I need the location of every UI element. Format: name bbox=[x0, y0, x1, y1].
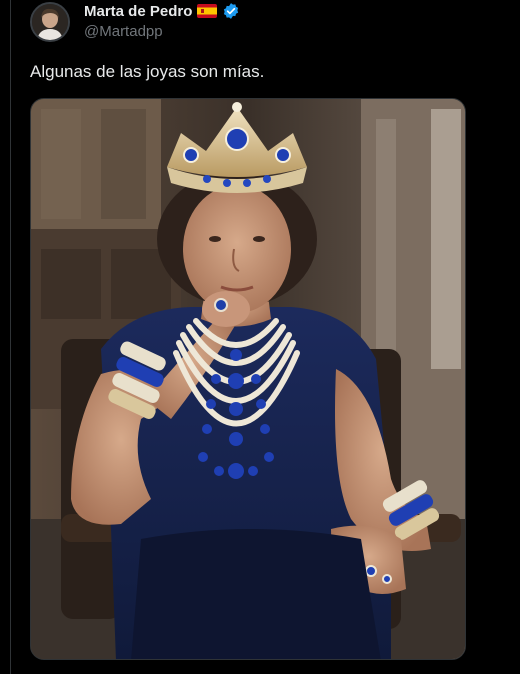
name-row: Marta de Pedro bbox=[84, 1, 240, 21]
user-handle[interactable]: @Martadpp bbox=[84, 23, 163, 40]
tweet-text: Algunas de las joyas son mías. bbox=[30, 62, 265, 81]
verified-badge-icon[interactable] bbox=[222, 2, 240, 20]
photo-woman-with-crown-and-jewels bbox=[31, 99, 465, 659]
tweet-media-image[interactable] bbox=[30, 98, 466, 660]
display-name[interactable]: Marta de Pedro bbox=[84, 3, 192, 20]
spain-flag-icon bbox=[197, 4, 218, 18]
avatar[interactable] bbox=[30, 2, 70, 42]
timeline-divider bbox=[10, 0, 11, 674]
tweet-header: Marta de Pedro @Martadpp bbox=[30, 0, 510, 48]
